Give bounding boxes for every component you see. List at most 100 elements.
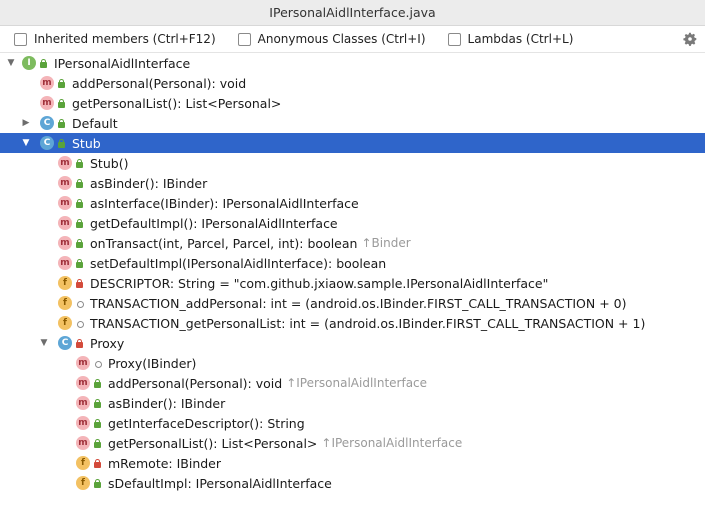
public-visibility-icon [75,258,84,268]
anonymous-classes-checkbox[interactable] [237,32,251,46]
collapse-arrow-icon[interactable]: ▶ [21,118,31,128]
tree-row[interactable]: f sDefaultImpl: IPersonalAidlInterface [0,473,705,493]
tree-item-label: Proxy(IBinder) [108,355,197,371]
public-visibility-icon [75,218,84,228]
tree-row[interactable]: ▶ C Default [0,113,705,133]
tree-row[interactable]: f DESCRIPTOR: String = "com.github.jxiaow… [0,273,705,293]
public-visibility-icon [57,78,66,88]
tree-item-label: setDefaultImpl(IPersonalAidlInterface): … [90,255,387,271]
tree-item-label: addPersonal(Personal): void [108,375,283,391]
tree-row[interactable]: m asBinder(): IBinder [0,393,705,413]
field-icon: f [58,296,72,310]
inherited-hint: ↑Binder [361,236,411,250]
tree-row[interactable]: m getDefaultImpl(): IPersonalAidlInterfac… [0,213,705,233]
anonymous-classes-option[interactable]: Anonymous Classes (Ctrl+I) [237,32,426,46]
tree-item-label: sDefaultImpl: IPersonalAidlInterface [108,475,332,491]
package-visibility-icon [75,299,84,308]
tree-item-label: Default [72,115,118,131]
tree-row[interactable]: ▼ I IPersonalAidlInterface [0,53,705,73]
public-visibility-icon [39,58,48,68]
tree-row[interactable]: m asBinder(): IBinder [0,173,705,193]
structure-options-bar: Inherited members (Ctrl+F12) Anonymous C… [0,26,705,53]
tree-row[interactable]: f TRANSACTION_getPersonalList: int = (and… [0,313,705,333]
private-visibility-icon [93,458,102,468]
inherited-members-label: Inherited members (Ctrl+F12) [34,32,216,46]
method-icon: m [40,76,54,90]
expand-arrow-icon[interactable]: ▼ [39,338,49,348]
tree-item-label: mRemote: IBinder [108,455,222,471]
tree-item-label: Stub() [90,155,129,171]
public-visibility-icon [57,138,66,148]
lambdas-checkbox[interactable] [447,32,461,46]
public-visibility-icon [75,198,84,208]
method-icon: m [58,156,72,170]
anonymous-classes-label: Anonymous Classes (Ctrl+I) [257,32,426,46]
tree-row[interactable]: ▼ C Stub [0,133,705,153]
gear-icon[interactable] [682,31,698,47]
method-icon: m [76,396,90,410]
method-icon: m [58,256,72,270]
tree-row[interactable]: m Stub() [0,153,705,173]
public-visibility-icon [75,158,84,168]
expand-arrow-icon[interactable]: ▼ [6,58,16,68]
method-icon: m [76,356,90,370]
private-visibility-icon [75,278,84,288]
package-visibility-icon [93,359,102,368]
tree-item-label: DESCRIPTOR: String = "com.github.jxiaow.… [90,275,549,291]
package-visibility-icon [75,319,84,328]
public-visibility-icon [93,398,102,408]
tree-row[interactable]: m getPersonalList(): List<Personal> ↑IPers… [0,433,705,453]
method-icon: m [76,416,90,430]
method-icon: m [76,436,90,450]
tree-row[interactable]: m getInterfaceDescriptor(): String [0,413,705,433]
field-icon: f [58,276,72,290]
tree-item-label: getInterfaceDescriptor(): String [108,415,305,431]
method-icon: m [58,236,72,250]
class-icon: C [40,116,54,130]
inherited-members-option[interactable]: Inherited members (Ctrl+F12) [14,32,216,46]
tree-item-label: TRANSACTION_addPersonal: int = (android.… [90,295,627,311]
public-visibility-icon [93,418,102,428]
tree-row[interactable]: m addPersonal(Personal): void [0,73,705,93]
tree-row[interactable]: m getPersonalList(): List<Personal> [0,93,705,113]
tree-item-label: onTransact(int, Parcel, Parcel, int): bo… [90,235,358,251]
structure-tree: ▼ I IPersonalAidlInterface m addPersonal(Per… [0,53,705,493]
class-icon: C [40,136,54,150]
method-icon: m [58,196,72,210]
tree-item-label: Stub [72,135,101,151]
tree-item-label: IPersonalAidlInterface [54,55,191,71]
tree-item-label: getPersonalList(): List<Personal> [108,435,318,451]
public-visibility-icon [93,438,102,448]
tree-row[interactable]: f TRANSACTION_addPersonal: int = (android… [0,293,705,313]
tree-row[interactable]: m addPersonal(Personal): void ↑IPersonalAi… [0,373,705,393]
method-icon: m [76,376,90,390]
public-visibility-icon [57,118,66,128]
method-icon: m [58,216,72,230]
tree-item-label: asBinder(): IBinder [108,395,226,411]
public-visibility-icon [75,178,84,188]
tree-row[interactable]: ▼ C Proxy [0,333,705,353]
tree-item-label: getDefaultImpl(): IPersonalAidlInterface [90,215,338,231]
public-visibility-icon [93,478,102,488]
tree-row[interactable]: m asInterface(IBinder): IPersonalAidlInte… [0,193,705,213]
tree-item-label: addPersonal(Personal): void [72,75,247,91]
window-title: IPersonalAidlInterface.java [269,5,436,20]
tree-item-label: asInterface(IBinder): IPersonalAidlInter… [90,195,359,211]
method-icon: m [58,176,72,190]
tree-row[interactable]: f mRemote: IBinder [0,453,705,473]
tree-row[interactable]: m setDefaultImpl(IPersonalAidlInterface):… [0,253,705,273]
lambdas-option[interactable]: Lambdas (Ctrl+L) [447,32,574,46]
field-icon: f [76,456,90,470]
public-visibility-icon [75,238,84,248]
inherited-hint: ↑IPersonalAidlInterface [286,376,428,390]
tree-item-label: TRANSACTION_getPersonalList: int = (andr… [90,315,646,331]
expand-arrow-icon[interactable]: ▼ [21,138,31,148]
tree-row[interactable]: m onTransact(int, Parcel, Parcel, int): b… [0,233,705,253]
lambdas-label: Lambdas (Ctrl+L) [467,32,574,46]
tree-row[interactable]: m Proxy(IBinder) [0,353,705,373]
private-visibility-icon [75,338,84,348]
field-icon: f [76,476,90,490]
inherited-hint: ↑IPersonalAidlInterface [321,436,463,450]
inherited-members-checkbox[interactable] [14,32,27,46]
interface-icon: I [22,56,36,70]
